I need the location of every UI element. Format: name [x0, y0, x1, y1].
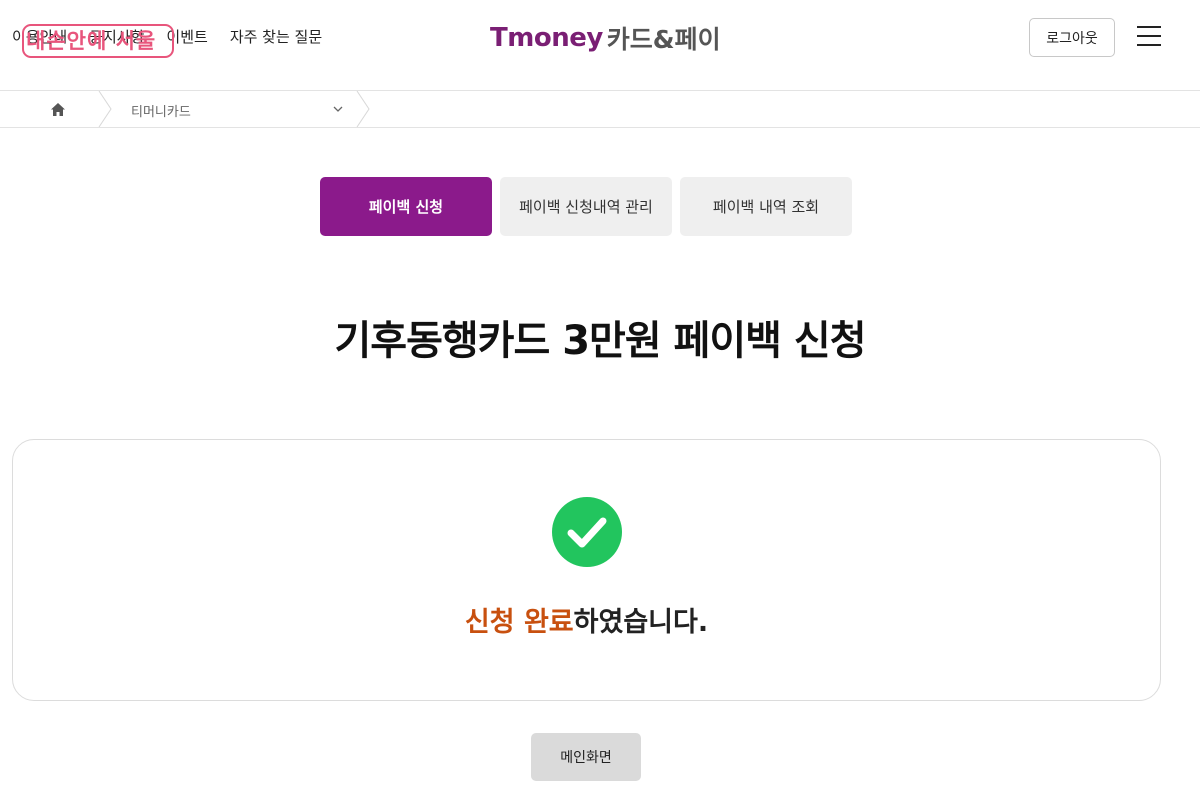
result-highlight: 신청 완료 — [464, 607, 574, 638]
hamburger-menu-icon[interactable] — [1137, 26, 1161, 48]
logo[interactable]: Tmoney 카드&페이 — [490, 18, 721, 58]
chevron-down-icon[interactable] — [332, 103, 344, 115]
logo-brand: Tmoney — [490, 23, 603, 53]
result-message-rest: 하였습니다. — [573, 607, 709, 638]
breadcrumb: 티머니카드 — [0, 90, 1200, 128]
page: 이용안내 공지사항 이벤트 자주 찾는 질문 내손안에 서울 Tmoney 카드… — [0, 0, 1200, 800]
tab-payback-history[interactable]: 페이백 내역 조회 — [680, 177, 852, 236]
tab-payback-apply[interactable]: 페이백 신청 — [320, 177, 492, 236]
logo-sub: 카드&페이 — [606, 25, 721, 54]
tab-bar: 페이백 신청 페이백 신청내역 관리 페이백 내역 조회 — [320, 177, 852, 236]
page-title: 기후동행카드 3만원 페이백 신청 — [334, 318, 866, 364]
tab-payback-manage[interactable]: 페이백 신청내역 관리 — [500, 177, 672, 236]
header: 이용안내 공지사항 이벤트 자주 찾는 질문 내손안에 서울 Tmoney 카드… — [0, 0, 1200, 90]
breadcrumb-current[interactable]: 티머니카드 — [131, 101, 191, 120]
breadcrumb-separator-icon — [98, 91, 112, 127]
home-icon[interactable] — [49, 101, 67, 119]
logout-button[interactable]: 로그아웃 — [1029, 18, 1115, 57]
nav-item-faq[interactable]: 자주 찾는 질문 — [230, 26, 322, 47]
breadcrumb-separator-icon — [356, 91, 370, 127]
main-page-button[interactable]: 메인화면 — [531, 733, 641, 781]
result-message: 신청 완료하였습니다. — [13, 600, 1160, 639]
check-circle-icon — [552, 497, 622, 567]
result-card: 신청 완료하였습니다. — [12, 439, 1161, 701]
seoul-app-badge: 내손안에 서울 — [22, 24, 174, 58]
